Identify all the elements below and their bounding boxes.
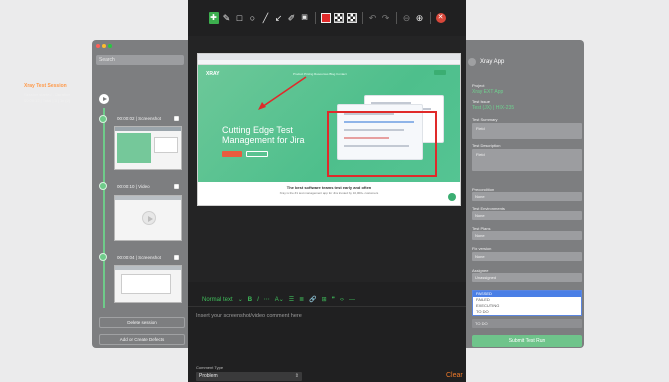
text-style-select[interactable]: Normal text bbox=[202, 297, 233, 303]
assignee-select[interactable]: Unassigned bbox=[472, 273, 582, 282]
test-issue-value[interactable]: Test (JX) | HIX-235 bbox=[472, 105, 514, 111]
format-toolbar: Normal text ⌄ B I ⋯ A⌄ ☰ ≣ 🔗 ⊞ ❞ ‹› — bbox=[188, 293, 466, 307]
link-icon[interactable]: 🔗 bbox=[309, 296, 316, 303]
table-icon[interactable]: ⊞ bbox=[322, 296, 327, 303]
chevron-updown-icon: ⇕ bbox=[294, 373, 299, 379]
project-label: Project bbox=[472, 83, 485, 88]
search-input[interactable]: Search bbox=[96, 55, 184, 65]
comment-type-label: Comment Type bbox=[196, 365, 224, 370]
drawing-toolbar: ✚ ✎ □ ○ ╱ ↙ ✐ ▣ ↶ ↷ ⊖ ⊕ ✕ bbox=[188, 0, 466, 36]
screenshot-thumbnail[interactable] bbox=[114, 126, 182, 170]
session-stats: 00:00:12 | Total | 3 | 1x (2) bbox=[24, 98, 71, 103]
timeline-item-label: 00:00:10 | Video bbox=[117, 184, 150, 189]
status-option[interactable]: TO DO bbox=[473, 309, 581, 315]
play-session-icon[interactable] bbox=[99, 94, 109, 104]
description-label: Test Description bbox=[472, 143, 501, 148]
comment-type-value: Problem bbox=[199, 373, 218, 379]
chat-bubble-icon bbox=[448, 193, 456, 201]
submit-test-run-button[interactable]: Submit Test Run bbox=[472, 335, 582, 347]
divider bbox=[361, 12, 363, 24]
timeline-node bbox=[99, 115, 107, 123]
session-status: Session started - Duration bbox=[24, 92, 71, 97]
status-dropdown-list[interactable]: PASSED FAILED EXECUTING TO DO bbox=[472, 290, 582, 316]
comment-type-select[interactable]: Problem ⇕ bbox=[196, 372, 302, 381]
maximize-dot[interactable] bbox=[108, 44, 112, 48]
divider bbox=[395, 12, 397, 24]
captured-screenshot[interactable]: XRAY Product Pricing Resources Blog Cont… bbox=[197, 53, 461, 206]
screenshot-thumbnail[interactable] bbox=[114, 265, 182, 303]
close-dot[interactable] bbox=[96, 44, 100, 48]
clear-button[interactable]: Clear bbox=[446, 372, 463, 379]
text-icon[interactable]: ▣ bbox=[300, 12, 310, 24]
add-defects-button[interactable]: Add or Create Defects bbox=[99, 334, 185, 345]
annotation-arrow[interactable] bbox=[198, 54, 461, 206]
italic-icon[interactable]: I bbox=[257, 297, 259, 303]
timeline-item-label: 00:00:04 | Screenshot bbox=[117, 255, 161, 260]
divider bbox=[429, 12, 431, 24]
project-value[interactable]: Xray EXT App bbox=[472, 89, 503, 95]
fix-version-select[interactable]: None bbox=[472, 252, 582, 261]
comment-input[interactable]: Insert your screenshot/video comment her… bbox=[196, 313, 302, 319]
section-title: The best software teams test early and o… bbox=[286, 185, 372, 190]
highlighter-icon[interactable]: ✐ bbox=[287, 12, 297, 24]
video-play-icon[interactable] bbox=[142, 211, 156, 225]
timeline-line bbox=[103, 108, 105, 308]
window-controls bbox=[96, 44, 112, 48]
minimize-dot[interactable] bbox=[102, 44, 106, 48]
timeline-node bbox=[99, 253, 107, 261]
code-icon[interactable]: ‹› bbox=[340, 297, 344, 303]
rectangle-icon[interactable]: □ bbox=[235, 12, 245, 24]
undo-icon[interactable]: ↶ bbox=[368, 12, 378, 24]
fill-pattern-icon[interactable] bbox=[333, 13, 344, 23]
numbered-list-icon[interactable]: ≣ bbox=[299, 296, 304, 303]
app-title: Xray App bbox=[480, 59, 505, 65]
precondition-select[interactable]: None bbox=[472, 192, 582, 201]
move-icon[interactable]: ✚ bbox=[208, 12, 219, 24]
plans-select[interactable]: None bbox=[472, 231, 582, 240]
item-checkbox[interactable] bbox=[174, 116, 179, 121]
status-select[interactable]: TO DO bbox=[472, 319, 582, 328]
zoom-out-icon[interactable]: ⊖ bbox=[402, 12, 412, 24]
test-issue-label: Test Issue bbox=[472, 99, 491, 104]
divider bbox=[314, 12, 316, 24]
screen: Search Xray Test Session Session started… bbox=[0, 0, 669, 382]
arrow-icon[interactable]: ↙ bbox=[274, 12, 284, 24]
stroke-pattern-icon[interactable] bbox=[346, 13, 357, 23]
close-icon[interactable]: ✕ bbox=[435, 13, 446, 23]
text-color-icon[interactable]: A⌄ bbox=[275, 296, 284, 303]
description-field[interactable]: Field bbox=[472, 149, 582, 171]
bold-icon[interactable]: B bbox=[248, 297, 252, 303]
ellipse-icon[interactable]: ○ bbox=[248, 12, 258, 24]
section-subtitle: Xray is the #1 test management app for J… bbox=[279, 191, 379, 195]
summary-field[interactable]: Field bbox=[472, 123, 582, 139]
environments-select[interactable]: None bbox=[472, 211, 582, 220]
color-red-swatch[interactable] bbox=[320, 13, 331, 23]
chevron-down-icon[interactable]: ⌄ bbox=[238, 296, 243, 303]
item-checkbox[interactable] bbox=[174, 184, 179, 189]
summary-label: Test Summary bbox=[472, 117, 498, 122]
fix-version-label: Fix version bbox=[472, 246, 492, 251]
divider-icon[interactable]: — bbox=[349, 297, 355, 303]
delete-session-button[interactable]: Delete session bbox=[99, 317, 185, 328]
timeline-node bbox=[99, 182, 107, 190]
redo-icon[interactable]: ↷ bbox=[381, 12, 391, 24]
bullet-list-icon[interactable]: ☰ bbox=[289, 296, 294, 303]
zoom-in-icon[interactable]: ⊕ bbox=[415, 12, 425, 24]
line-icon[interactable]: ╱ bbox=[261, 12, 271, 24]
more-icon[interactable]: ⋯ bbox=[264, 296, 270, 303]
item-checkbox[interactable] bbox=[174, 255, 179, 260]
xray-logo-icon bbox=[468, 58, 476, 66]
quote-icon[interactable]: ❞ bbox=[332, 296, 335, 303]
pen-icon[interactable]: ✎ bbox=[222, 12, 232, 24]
timeline-item-label: 00:00:02 | Screenshot bbox=[117, 116, 161, 121]
session-title: Xray Test Session bbox=[24, 83, 67, 89]
